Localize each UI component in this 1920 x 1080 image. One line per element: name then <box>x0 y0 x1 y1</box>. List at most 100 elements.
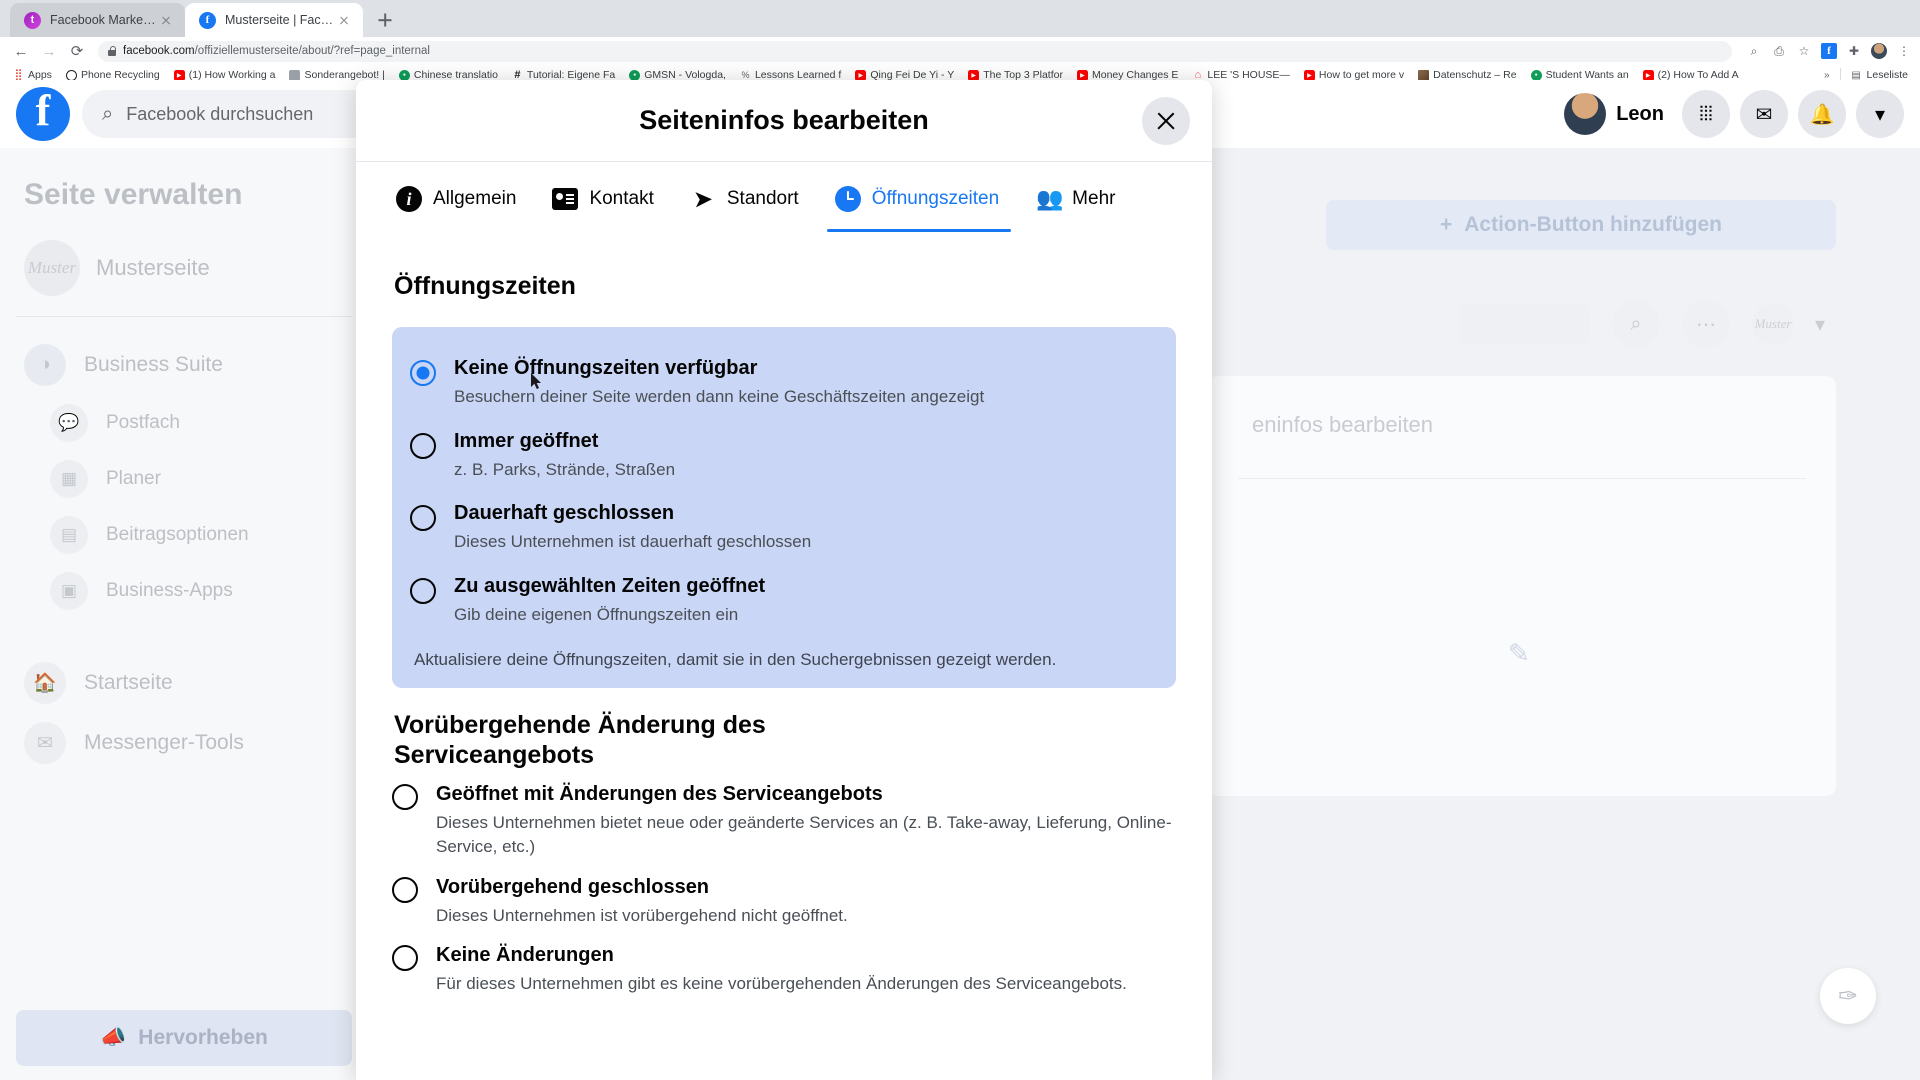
browser-tab-2[interactable]: f Musterseite | Facebook <box>185 3 363 37</box>
install-icon[interactable]: ⎙ <box>1771 43 1787 59</box>
page-avatar: Muster <box>1752 303 1794 345</box>
bookmarks-overflow-button[interactable]: » <box>1824 70 1830 81</box>
radio-title: Geöffnet mit Änderungen des Serviceangeb… <box>436 782 883 805</box>
sidebar-item-beitragsoptionen[interactable]: ▤ Beitragsoptionen <box>16 507 352 563</box>
radio-button[interactable] <box>392 945 418 972</box>
radio-option-dauerhaft-geschlossen[interactable]: Dauerhaft geschlossen Dieses Unternehmen… <box>410 494 1158 567</box>
search-icon: ⌕ <box>102 102 114 125</box>
facebook-extension-icon[interactable]: f <box>1821 43 1837 59</box>
sidebar-item-label: Planer <box>106 468 161 489</box>
clock-icon <box>834 186 861 212</box>
background-card-title: eninfos bearbeiten <box>1252 412 1434 437</box>
green-circle-icon <box>629 69 641 81</box>
address-bar[interactable]: facebook.com/offiziellemusterseite/about… <box>98 40 1732 62</box>
hash-icon <box>512 70 523 81</box>
extensions-icon[interactable]: ✚ <box>1846 43 1862 59</box>
close-icon[interactable] <box>335 11 353 29</box>
more-dots-icon[interactable]: ⋯ <box>1682 300 1730 348</box>
search-icon[interactable]: ⌕ <box>1612 300 1660 348</box>
tab-mehr[interactable]: 👥 Mehr <box>1019 180 1135 232</box>
sidebar-item-planer[interactable]: ▦ Planer <box>16 451 352 507</box>
sidebar-item-label: Startseite <box>84 671 173 694</box>
page-toolbar: ⌕ ⋯ Muster ▾ <box>1460 300 1836 348</box>
radio-option-voruebergehend-geschlossen[interactable]: Vorübergehend geschlossen Dieses Unterne… <box>392 870 1176 939</box>
new-tab-button[interactable] <box>371 6 399 34</box>
location-arrow-icon: ➤ <box>692 185 714 213</box>
tab-kontakt[interactable]: Kontakt <box>536 180 673 232</box>
radio-text: Dauerhaft geschlossen Dieses Unternehmen… <box>454 500 811 555</box>
sidebar-item-messenger-tools[interactable]: ✉ Messenger-Tools <box>16 713 352 773</box>
reload-icon[interactable]: ⟳ <box>64 40 90 62</box>
radio-option-ausgewaehlte-zeiten[interactable]: Zu ausgewählten Zeiten geöffnet Gib dein… <box>410 567 1158 640</box>
notifications-icon[interactable]: 🔔 <box>1798 90 1846 138</box>
radio-option-keine-aenderungen[interactable]: Keine Änderungen Für dieses Unternehmen … <box>392 938 1176 1007</box>
radio-subtitle: Dieses Unternehmen bietet neue oder geän… <box>436 812 1172 857</box>
search-placeholder: Facebook durchsuchen <box>126 103 314 124</box>
radio-button[interactable] <box>410 360 436 386</box>
hours-note: Aktualisiere deine Öffnungszeiten, damit… <box>414 649 1057 669</box>
radio-button[interactable] <box>410 505 436 532</box>
sidebar-title: Seite verwalten <box>24 178 243 211</box>
radio-option-keine-oeffnungszeiten[interactable]: Keine Öffnungszeiten verfügbar Besuchern… <box>410 349 1158 422</box>
radio-title: Dauerhaft geschlossen <box>454 502 675 525</box>
toolbar-pill[interactable] <box>1460 303 1590 345</box>
add-action-button[interactable]: + Action-Button hinzufügen <box>1326 200 1836 250</box>
close-icon[interactable] <box>157 11 175 29</box>
account-profile[interactable]: Leon <box>1564 93 1672 135</box>
sidebar-page-item[interactable]: Muster Musterseite <box>16 234 352 302</box>
url-text: facebook.com/offiziellemusterseite/about… <box>123 45 430 57</box>
radio-subtitle: z. B. Parks, Strände, Straßen <box>454 459 676 479</box>
tab-allgemein[interactable]: i Allgemein <box>380 180 536 232</box>
youtube-icon <box>855 69 867 81</box>
divider <box>1238 478 1806 479</box>
messenger-icon[interactable]: ✉ <box>1740 90 1788 138</box>
compose-icon[interactable]: ✑ <box>1820 968 1876 1024</box>
radio-option-immer-geoeffnet[interactable]: Immer geöffnet z. B. Parks, Strände, Str… <box>410 422 1158 495</box>
chevron-down-icon[interactable]: ▾ <box>1804 308 1836 340</box>
radio-subtitle: Für dieses Unternehmen gibt es keine vor… <box>436 974 1127 994</box>
modal-body: Öffnungszeiten Keine Öffnungszeiten verf… <box>356 232 1212 1007</box>
sidebar-item-startseite[interactable]: 🏠 Startseite <box>16 653 352 713</box>
back-icon[interactable]: ← <box>8 40 34 62</box>
profile-avatar[interactable] <box>1871 43 1887 59</box>
tab-label: Allgemein <box>433 188 517 209</box>
radio-button[interactable] <box>410 432 436 459</box>
percent-icon <box>740 70 751 81</box>
close-button[interactable] <box>1142 96 1190 145</box>
browser-chrome: t Facebook Marketing & Werbea f Musterse… <box>0 0 1920 86</box>
facebook-logo-icon[interactable]: f <box>16 87 70 141</box>
tab-standort[interactable]: ➤ Standort <box>674 180 819 232</box>
sidebar-item-postfach[interactable]: 💬 Postfach <box>16 395 352 451</box>
page-title: Seiteninfos bearbeiten <box>639 105 929 135</box>
zoom-icon[interactable]: ⌕ <box>1746 43 1762 59</box>
star-icon[interactable]: ☆ <box>1796 43 1812 59</box>
messenger-tools-icon: ✉ <box>24 722 66 764</box>
green-circle-icon <box>1530 69 1542 81</box>
forward-icon[interactable]: → <box>36 40 62 62</box>
toolbar-icons: ⌕ ⎙ ☆ f ✚ ⋮ <box>1740 43 1912 59</box>
radio-option-geoeffnet-mit-aenderungen[interactable]: Geöffnet mit Änderungen des Serviceangeb… <box>392 777 1176 870</box>
business-suite-icon: ◑ <box>24 344 66 386</box>
info-icon: i <box>396 186 422 212</box>
hours-radio-group: Keine Öffnungszeiten verfügbar Besuchern… <box>392 327 1176 688</box>
menu-icon[interactable]: ⋮ <box>1896 43 1912 59</box>
browser-tab-1[interactable]: t Facebook Marketing & Werbea <box>10 3 185 37</box>
pencil-icon[interactable]: ✎ <box>1508 638 1530 669</box>
radio-button[interactable] <box>392 783 418 810</box>
highlight-label: Hervorheben <box>138 1026 268 1049</box>
sidebar-item-business-suite[interactable]: ◑ Business Suite <box>16 335 352 395</box>
highlight-button[interactable]: 📣 Hervorheben <box>16 1010 352 1066</box>
add-action-button-label: Action-Button hinzufügen <box>1464 213 1723 236</box>
account-chevron-icon[interactable]: ▾ <box>1856 90 1904 138</box>
page-switcher[interactable]: Muster ▾ <box>1752 303 1836 345</box>
radio-text: Zu ausgewählten Zeiten geöffnet Gib dein… <box>454 573 765 628</box>
tab-oeffnungszeiten[interactable]: Öffnungszeiten <box>819 180 1019 232</box>
apps-grid-icon <box>13 70 24 81</box>
radio-title: Keine Änderungen <box>436 944 614 967</box>
green-circle-icon <box>398 69 410 81</box>
sidebar-item-business-apps[interactable]: ▣ Business-Apps <box>16 563 352 619</box>
grid-menu-icon[interactable]: ⦙⦙⦙ <box>1682 90 1730 138</box>
screen: t Facebook Marketing & Werbea f Musterse… <box>0 0 1920 1080</box>
radio-button[interactable] <box>410 577 436 604</box>
radio-button[interactable] <box>392 876 418 903</box>
